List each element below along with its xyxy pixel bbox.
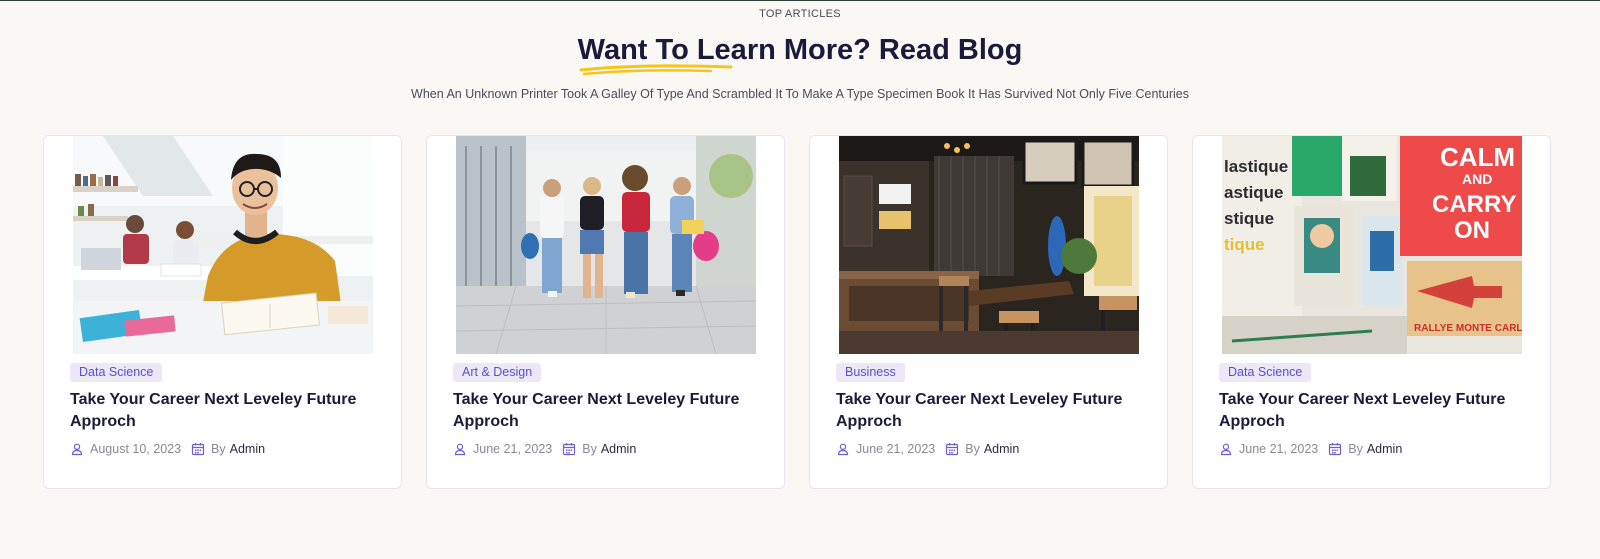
poster-text: astique [1224, 183, 1284, 202]
article-title[interactable]: Take Your Career Next Leveley Future App… [70, 389, 370, 433]
article-title[interactable]: Take Your Career Next Leveley Future App… [453, 389, 753, 433]
cafe-interior-photo[interactable] [839, 136, 1139, 354]
by-label: By [1348, 442, 1363, 456]
section-title: Want To Learn More? Read Blog [577, 34, 1023, 66]
title-underline-decoration [579, 64, 733, 76]
article-date: June 21, 2023 [473, 442, 553, 456]
poster-text: ON [1454, 217, 1490, 244]
blog-card[interactable]: lastique astique stique tique CALM AND C… [1192, 135, 1551, 489]
by-label: By [211, 442, 226, 456]
author-link[interactable]: Admin [230, 442, 265, 456]
poster-text: RALLYE MONTE CARLO [1414, 323, 1522, 334]
user-icon [453, 442, 467, 456]
calendar-icon [1328, 442, 1342, 456]
author-link[interactable]: Admin [984, 442, 1019, 456]
author-link[interactable]: Admin [601, 442, 636, 456]
calendar-icon [562, 442, 576, 456]
by-label: By [582, 442, 597, 456]
blog-card[interactable]: Art & Design Take Your Career Next Level… [426, 135, 785, 489]
students-walking-photo[interactable] [456, 136, 756, 354]
article-date: June 21, 2023 [856, 442, 936, 456]
user-icon [836, 442, 850, 456]
category-tag[interactable]: Business [836, 363, 905, 382]
section-subtitle: When An Unknown Printer Took A Galley Of… [411, 87, 1189, 101]
blog-card[interactable]: Business Take Your Career Next Leveley F… [809, 135, 1168, 489]
article-meta: June 21, 2023 By Admin [836, 441, 1019, 457]
poster-text: CARRY [1432, 191, 1516, 218]
poster-text: stique [1224, 209, 1274, 228]
poster-text: lastique [1224, 157, 1288, 176]
poster-text: AND [1462, 171, 1492, 187]
poster-text: CALM [1440, 142, 1515, 172]
article-meta: June 21, 2023 By Admin [453, 441, 636, 457]
category-tag[interactable]: Data Science [1219, 363, 1312, 382]
author-link[interactable]: Admin [1367, 442, 1402, 456]
user-icon [1219, 442, 1233, 456]
category-tag[interactable]: Art & Design [453, 363, 542, 382]
poster-text: tique [1224, 235, 1265, 254]
top-border [0, 0, 1600, 1]
category-tag[interactable]: Data Science [70, 363, 163, 382]
by-label: By [965, 442, 980, 456]
posters-photo[interactable]: lastique astique stique tique CALM AND C… [1222, 136, 1522, 354]
article-meta: August 10, 2023 By Admin [70, 441, 265, 457]
article-date: June 21, 2023 [1239, 442, 1319, 456]
student-studying-photo[interactable] [73, 136, 373, 354]
calendar-icon [945, 442, 959, 456]
calendar-icon [191, 442, 205, 456]
article-meta: June 21, 2023 By Admin [1219, 441, 1402, 457]
article-title[interactable]: Take Your Career Next Leveley Future App… [1219, 389, 1519, 433]
user-icon [70, 442, 84, 456]
section-eyebrow: TOP ARTICLES [759, 8, 841, 20]
article-title[interactable]: Take Your Career Next Leveley Future App… [836, 389, 1136, 433]
article-date: August 10, 2023 [90, 442, 182, 456]
blog-card[interactable]: Data Science Take Your Career Next Level… [43, 135, 402, 489]
